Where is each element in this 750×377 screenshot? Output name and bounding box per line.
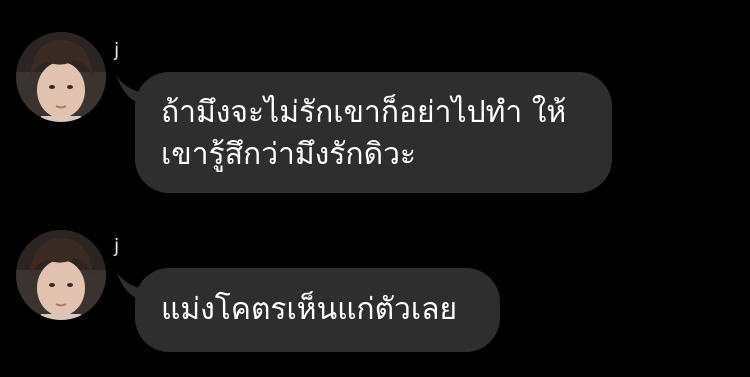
sender-name: j: [114, 39, 120, 61]
chat-thread: j ถ้ามึงจะไม่รักเขาก็อย่าไปทำ ให้ เขารู้…: [0, 0, 750, 377]
message-bubble[interactable]: แม่งโคตรเห็นแก่ตัวเลย: [135, 268, 500, 352]
message-bubble[interactable]: ถ้ามึงจะไม่รักเขาก็อย่าไปทำ ให้ เขารู้สึ…: [135, 72, 612, 193]
avatar[interactable]: [16, 230, 106, 320]
message-group: j ถ้ามึงจะไม่รักเขาก็อย่าไปทำ ให้ เขารู้…: [0, 0, 750, 200]
profile-photo-icon: [16, 230, 106, 320]
sender-name: j: [114, 235, 120, 257]
message-group: j แม่งโคตรเห็นแก่ตัวเลย: [0, 200, 750, 377]
profile-photo-icon: [16, 32, 106, 122]
avatar[interactable]: [16, 32, 106, 122]
